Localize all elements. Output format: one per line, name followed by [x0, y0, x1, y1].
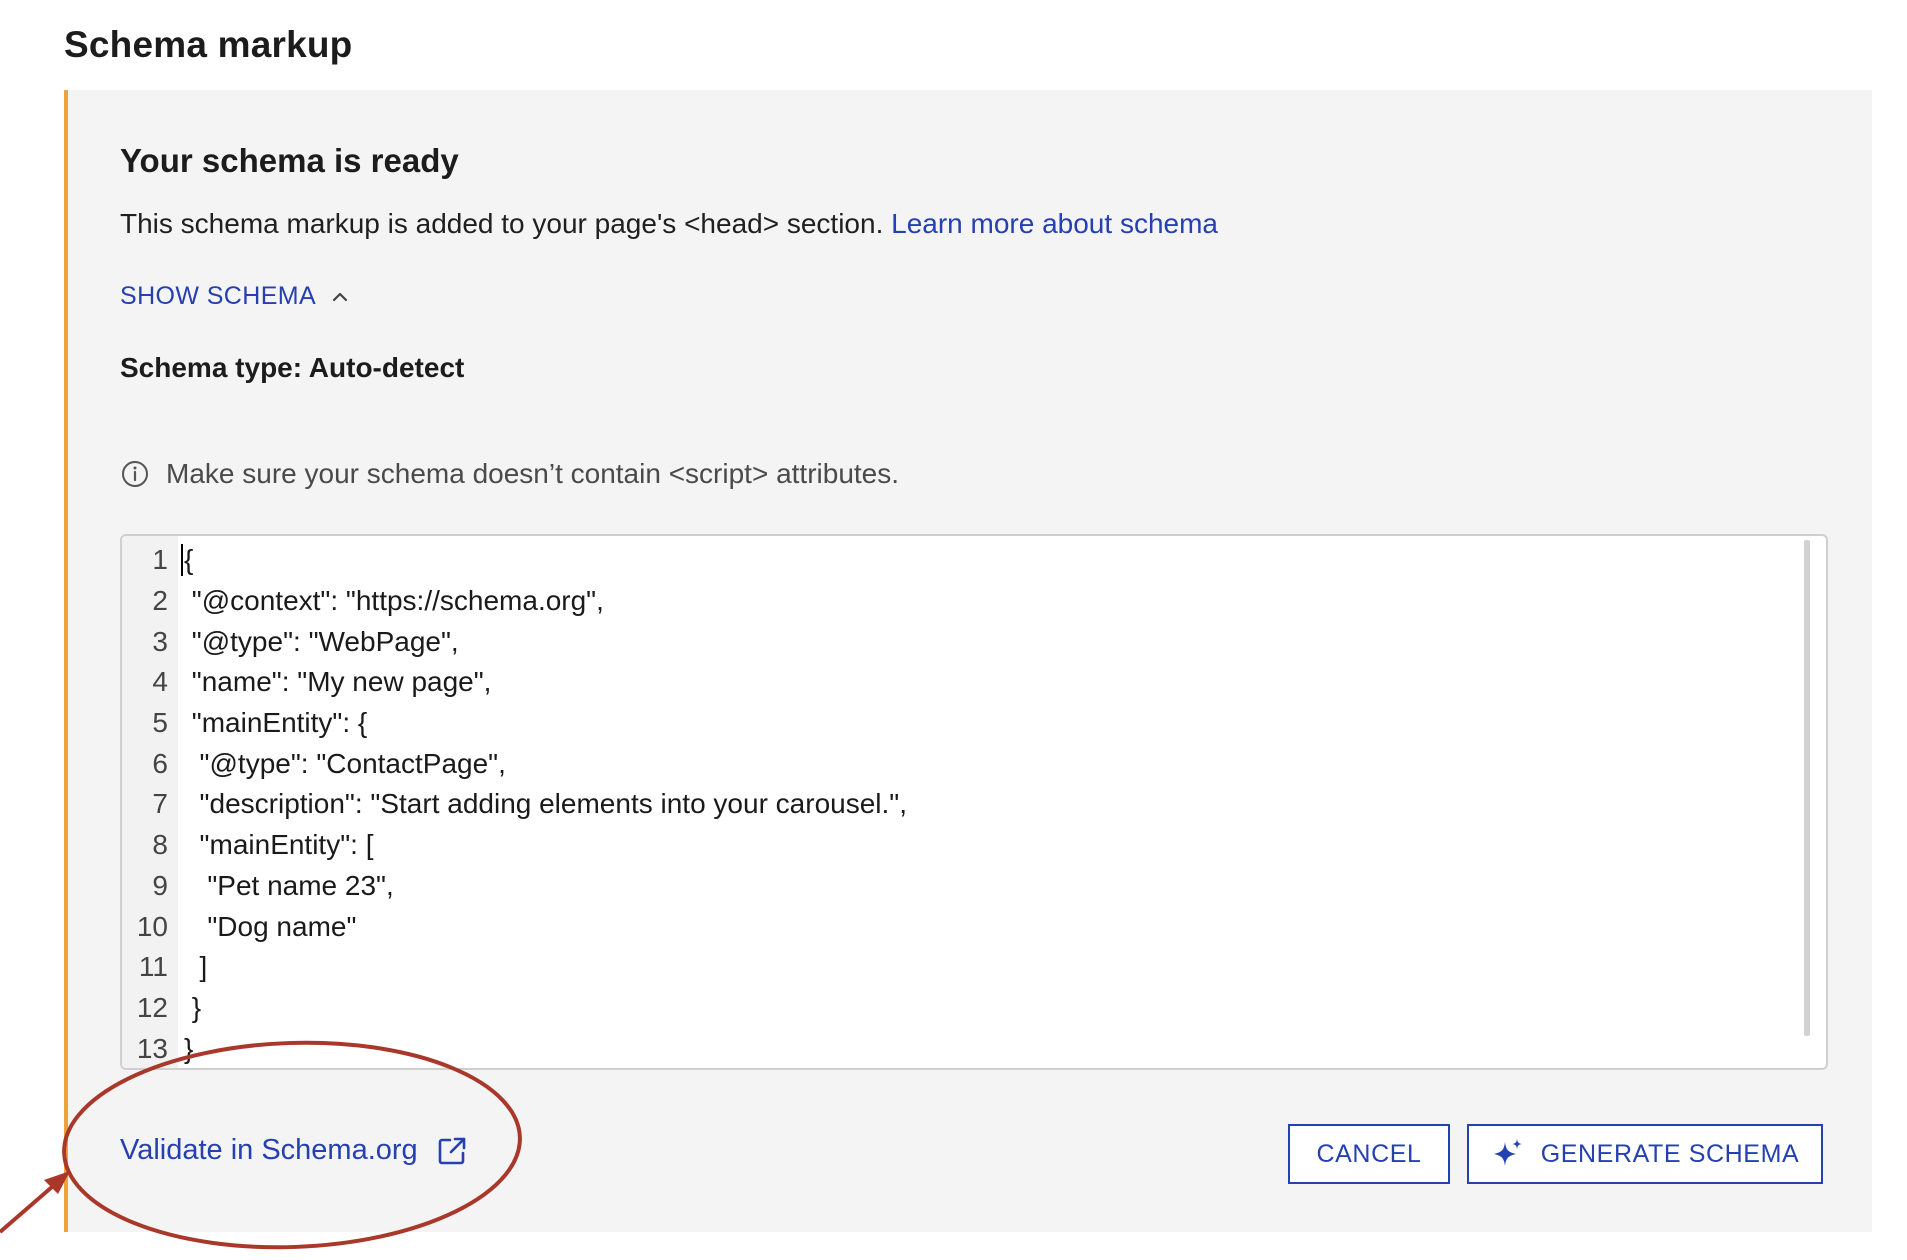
code-line: 7 "description": "Start adding elements … — [122, 784, 1782, 825]
code-line: 6 "@type": "ContactPage", — [122, 743, 1782, 784]
cancel-button[interactable]: CANCEL — [1288, 1124, 1450, 1184]
line-number: 1 — [152, 544, 168, 576]
line-number: 7 — [152, 788, 168, 820]
line-number: 9 — [152, 869, 168, 901]
line-text: "mainEntity": [ — [184, 829, 374, 861]
line-number: 3 — [152, 625, 168, 657]
line-text: "Dog name" — [184, 910, 357, 942]
schema-code-editor[interactable]: 1{2 "@context": "https://schema.org", 3 "… — [120, 534, 1828, 1070]
line-number: 8 — [152, 829, 168, 861]
show-schema-toggle[interactable]: SHOW SCHEMA — [120, 282, 350, 311]
code-line: 4 "name": "My new page", — [122, 662, 1782, 703]
line-text: "Pet name 23", — [184, 869, 394, 901]
chevron-up-icon — [332, 292, 348, 301]
learn-more-link[interactable]: Learn more about schema — [891, 208, 1218, 239]
external-link-icon — [438, 1137, 466, 1164]
line-text: "name": "My new page", — [184, 666, 492, 698]
code-line: 8 "mainEntity": [ — [122, 825, 1782, 866]
editor-scrollbar[interactable] — [1804, 540, 1810, 1036]
line-number: 11 — [138, 951, 168, 983]
code-line: 12 } — [122, 988, 1782, 1029]
text-caret — [181, 544, 183, 576]
code-line: 1{ — [122, 540, 1782, 581]
validate-link-label: Validate in Schema.org — [120, 1134, 418, 1166]
sparkle-icon — [1493, 1139, 1522, 1166]
line-text: } — [184, 1032, 194, 1064]
line-text: "@context": "https://schema.org", — [184, 585, 604, 617]
code-line: 3 "@type": "WebPage", — [122, 621, 1782, 662]
annotation-arrow-line — [0, 1178, 62, 1234]
line-number: 5 — [152, 707, 168, 739]
line-text: "mainEntity": { — [184, 707, 368, 739]
code-line: 9 "Pet name 23", — [122, 866, 1782, 907]
line-number: 2 — [152, 585, 168, 617]
generate-schema-label: GENERATE SCHEMA — [1540, 1139, 1800, 1168]
panel-description-text: This schema markup is added to your page… — [120, 208, 884, 239]
code-line: 10 "Dog name" — [122, 906, 1782, 947]
code-lines: 1{2 "@context": "https://schema.org", 3 "… — [122, 540, 1782, 1068]
line-text: "@type": "ContactPage", — [184, 747, 506, 779]
line-number: 10 — [136, 910, 168, 942]
validate-schema-link[interactable]: Validate in Schema.org — [120, 1134, 468, 1167]
code-line: 11 ] — [122, 947, 1782, 988]
line-text: } — [184, 991, 202, 1023]
code-line: 5 "mainEntity": { — [122, 703, 1782, 744]
line-number: 6 — [152, 747, 168, 779]
line-number: 13 — [136, 1032, 168, 1064]
generate-schema-button[interactable]: GENERATE SCHEMA — [1467, 1124, 1823, 1184]
panel-description: This schema markup is added to your page… — [120, 208, 1218, 240]
panel-title: Your schema is ready — [120, 142, 459, 179]
line-number: 12 — [136, 991, 168, 1023]
line-number: 4 — [152, 666, 168, 698]
info-message: Make sure your schema doesn’t contain <s… — [120, 458, 899, 490]
info-text: Make sure your schema doesn’t contain <s… — [166, 458, 900, 489]
schema-ready-panel: Your schema is ready This schema markup … — [64, 90, 1872, 1232]
line-text: "description": "Start adding elements in… — [184, 788, 908, 820]
show-schema-label: SHOW SCHEMA — [120, 282, 317, 310]
line-text: ] — [184, 951, 208, 983]
code-line: 2 "@context": "https://schema.org", — [122, 581, 1782, 622]
page-title: Schema markup — [64, 24, 353, 65]
info-icon — [122, 461, 148, 487]
schema-type-label: Schema type: Auto-detect — [120, 352, 465, 383]
code-line: 13} — [122, 1028, 1782, 1068]
line-text: "@type": "WebPage", — [184, 625, 459, 657]
